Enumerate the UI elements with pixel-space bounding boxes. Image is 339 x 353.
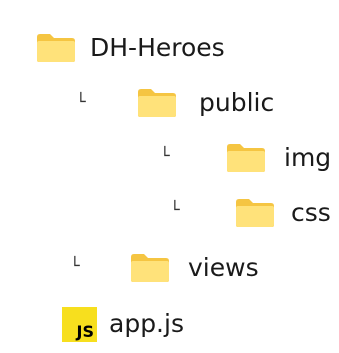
js-badge-text: JS [76, 321, 94, 341]
tree-item-views[interactable]: views [130, 246, 259, 290]
folder-icon [36, 33, 76, 63]
folder-icon [226, 143, 266, 173]
tree-connector: └ [160, 146, 170, 165]
tree-connector: └ [170, 200, 180, 219]
tree-item-label: img [284, 143, 332, 172]
tree-item-label: css [291, 198, 331, 227]
folder-icon [235, 198, 275, 228]
tree-connector: └ [70, 256, 80, 275]
tree-item-img[interactable]: img [226, 136, 331, 180]
tree-item-label: public [199, 88, 275, 117]
tree-connector: └ [76, 92, 86, 111]
tree-item-public[interactable]: public [137, 81, 274, 125]
tree-item-label: views [188, 253, 259, 282]
tree-item-label: DH-Heroes [90, 33, 225, 62]
tree-item-label: app.js [109, 309, 184, 338]
folder-icon [137, 88, 177, 118]
tree-item-app-js[interactable]: JS app.js [62, 302, 184, 346]
js-file-icon: JS [62, 306, 97, 342]
file-tree: DH-Heroes └ public └ img └ css └ views J… [0, 0, 339, 353]
tree-item-css[interactable]: css [235, 191, 331, 235]
folder-icon [130, 253, 170, 283]
tree-item-dh-heroes[interactable]: DH-Heroes [36, 26, 225, 70]
